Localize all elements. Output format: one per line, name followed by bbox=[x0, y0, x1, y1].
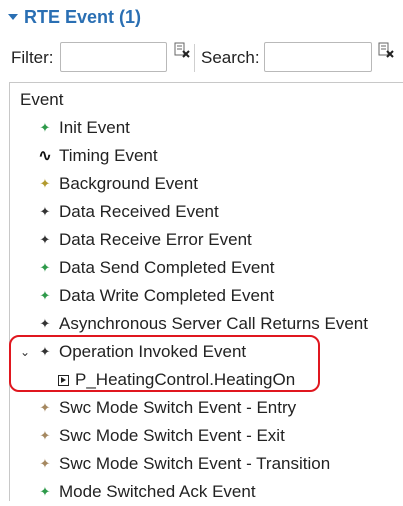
tree-item-label: Timing Event bbox=[59, 146, 158, 165]
event-tree[interactable]: Event ✦ Init Event ∿ Timing Event ✦ Back… bbox=[9, 82, 403, 501]
filter-input[interactable] bbox=[60, 42, 167, 72]
operation-icon bbox=[58, 374, 69, 386]
tree-root-label: Event bbox=[20, 90, 64, 109]
tree-item-label: Init Event bbox=[59, 118, 130, 137]
tree-item-label: Operation Invoked Event bbox=[59, 342, 247, 361]
tan-diamond-icon: ✦ bbox=[39, 428, 51, 443]
dark-diamond-icon: ✦ bbox=[39, 316, 51, 331]
tree-item-swc-mode-switch-exit[interactable]: ✦ Swc Mode Switch Event - Exit bbox=[37, 422, 285, 450]
tree-item-swc-mode-switch-entry[interactable]: ✦ Swc Mode Switch Event - Entry bbox=[37, 394, 297, 422]
tan-diamond-icon: ✦ bbox=[39, 400, 51, 415]
tree-item-swc-mode-switch-transition[interactable]: ✦ Swc Mode Switch Event - Transition bbox=[37, 450, 331, 478]
tree-item-label: Data Write Completed Event bbox=[59, 286, 275, 305]
clear-search-icon[interactable] bbox=[378, 42, 394, 58]
tree-item-label: Data Receive Error Event bbox=[59, 230, 252, 249]
tan-diamond-icon: ✦ bbox=[39, 456, 51, 471]
tree-item-label: Swc Mode Switch Event - Transition bbox=[59, 454, 331, 473]
tree-item-mode-switched-ack-event[interactable]: ✦ Mode Switched Ack Event bbox=[37, 478, 256, 506]
filter-label: Filter: bbox=[11, 48, 54, 67]
timing-wave-icon: ∿ bbox=[37, 146, 53, 165]
section-title: RTE Event (1) bbox=[24, 6, 142, 27]
tree-item-label: Asynchronous Server Call Returns Event bbox=[59, 314, 368, 333]
green-diamond-icon: ✦ bbox=[39, 120, 51, 135]
tree-item-p-heatingcontrol-heatingon[interactable]: P_HeatingControl.HeatingOn bbox=[58, 366, 295, 394]
dark-diamond-icon: ✦ bbox=[39, 204, 51, 219]
clear-filter-icon[interactable] bbox=[174, 42, 190, 58]
olive-diamond-icon: ✦ bbox=[39, 176, 51, 191]
tree-item-background-event[interactable]: ✦ Background Event bbox=[37, 170, 198, 198]
tree-item-label: Data Send Completed Event bbox=[59, 258, 275, 277]
tree-item-data-send-completed-event[interactable]: ✦ Data Send Completed Event bbox=[37, 254, 275, 282]
tree-root-event[interactable]: Event bbox=[20, 86, 63, 114]
tree-item-timing-event[interactable]: ∿ Timing Event bbox=[37, 142, 158, 170]
toolbar-separator bbox=[194, 44, 195, 72]
collapse-triangle-icon[interactable] bbox=[8, 14, 18, 20]
green-diamond-icon: ✦ bbox=[39, 484, 51, 499]
tree-item-data-receive-error-event[interactable]: ✦ Data Receive Error Event bbox=[37, 226, 252, 254]
tree-item-operation-invoked-event[interactable]: ⌄ ✦ Operation Invoked Event bbox=[19, 338, 246, 366]
tree-item-label: Data Received Event bbox=[59, 202, 219, 221]
dark-diamond-icon: ✦ bbox=[39, 344, 51, 359]
tree-item-label: Background Event bbox=[59, 174, 198, 193]
search-input[interactable] bbox=[264, 42, 372, 72]
tree-item-data-received-event[interactable]: ✦ Data Received Event bbox=[37, 198, 219, 226]
tree-item-init-event[interactable]: ✦ Init Event bbox=[37, 114, 130, 142]
dark-diamond-icon: ✦ bbox=[39, 232, 51, 247]
search-label: Search: bbox=[201, 48, 260, 67]
tree-item-label: Swc Mode Switch Event - Entry bbox=[59, 398, 297, 417]
tree-item-label: Mode Switched Ack Event bbox=[59, 482, 256, 501]
chevron-down-icon[interactable]: ⌄ bbox=[19, 345, 31, 359]
tree-item-label: P_HeatingControl.HeatingOn bbox=[75, 370, 296, 389]
tree-item-async-server-call-returns-event[interactable]: ✦ Asynchronous Server Call Returns Event bbox=[37, 310, 368, 338]
tree-item-data-write-completed-event[interactable]: ✦ Data Write Completed Event bbox=[37, 282, 275, 310]
filter-bar: Filter: Search: bbox=[0, 40, 403, 76]
tree-item-label: Swc Mode Switch Event - Exit bbox=[59, 426, 285, 445]
section-header[interactable]: RTE Event (1) bbox=[0, 0, 403, 34]
green-diamond-icon: ✦ bbox=[39, 288, 51, 303]
green-diamond-icon: ✦ bbox=[39, 260, 51, 275]
